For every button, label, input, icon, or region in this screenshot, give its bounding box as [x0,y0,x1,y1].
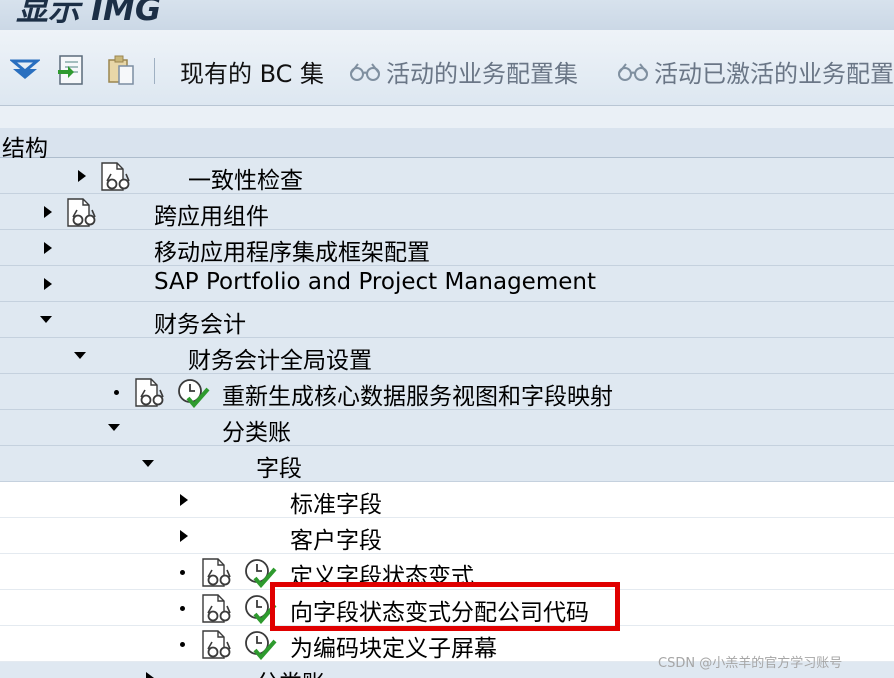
tree-item-label: 跨应用组件 [154,204,269,230]
tree-item-label: SAP Portfolio and Project Management [154,269,596,295]
documentation-glasses-icon[interactable] [200,594,232,624]
documentation-glasses-icon[interactable] [133,378,165,408]
tree-item-label: 一致性检查 [188,168,303,194]
collapse-arrow-icon[interactable] [40,316,52,323]
leaf-bullet [180,642,185,647]
tree-row-fields[interactable]: 字段 [0,446,894,482]
expand-arrow-icon[interactable] [78,170,86,182]
clipboard-icon[interactable] [105,54,137,86]
tree-row-standard-fields[interactable]: 标准字段 [0,482,894,518]
toolbar-spacer [0,106,894,128]
leaf-bullet [180,606,185,611]
leaf-bullet [114,390,119,395]
glasses-icon [350,62,380,81]
expand-arrow-icon[interactable] [44,278,52,290]
documentation-glasses-icon[interactable] [200,558,232,588]
documentation-glasses-icon[interactable] [65,198,97,228]
collapse-arrow-icon[interactable] [74,352,86,359]
existing-bc-set-label: 现有的 BC 集 [180,60,325,88]
activated-bc-set-button[interactable]: 活动已激活的业务配置 [616,54,894,89]
tree-item-label: 重新生成核心数据服务视图和字段映射 [222,384,613,410]
expand-arrow-icon[interactable] [44,242,52,254]
glasses-icon [618,62,648,81]
expand-arrow-icon[interactable] [146,672,154,678]
collapse-arrow-icon[interactable] [108,424,120,431]
tree-item-label: 字段 [256,456,302,482]
tree-item-label: 标准字段 [290,492,382,518]
documentation-glasses-icon[interactable] [99,162,131,192]
tree-item-label: 移动应用程序集成框架配置 [154,240,430,266]
watermark-text: CSDN @小羔羊的官方学习账号 [658,656,843,671]
tree-row-customer-fields[interactable]: 客户字段 [0,518,894,554]
tree-row-ledgers[interactable]: 分类账 [0,410,894,446]
tree-item-label: 财务会计 [154,312,246,338]
tree-row-cross-application-components[interactable]: 跨应用组件 [0,194,894,230]
active-bc-set-button[interactable]: 活动的业务配置集 [348,54,578,89]
tree-row-mobile-app-integration[interactable]: 移动应用程序集成框架配置 [0,230,894,266]
execute-clock-check-icon[interactable] [176,378,210,408]
toolbar-separator [154,58,155,84]
tree-column-header: 结构 [0,128,894,162]
expand-all-icon[interactable] [10,57,40,83]
document-arrow-icon[interactable] [56,54,88,86]
tree-item-label: 为编码块定义子屏幕 [290,636,497,662]
tree-item-label: 财务会计全局设置 [188,348,372,374]
documentation-glasses-icon[interactable] [200,630,232,660]
execute-clock-check-icon[interactable] [243,630,277,660]
tree-row-consistency-check[interactable]: 一致性检查 [0,158,894,194]
active-bc-set-label: 活动的业务配置集 [386,60,578,88]
tree-item-label: 客户字段 [290,528,382,554]
tree-row-regenerate-cds-views[interactable]: 重新生成核心数据服务视图和字段映射 [0,374,894,410]
collapse-arrow-icon[interactable] [142,460,154,467]
title-bar: 显示 IMG [0,0,894,30]
tree-row-fi-global-settings[interactable]: 财务会计全局设置 [0,338,894,374]
expand-arrow-icon[interactable] [180,494,188,506]
tree-row-financial-accounting[interactable]: 财务会计 [0,302,894,338]
expand-arrow-icon[interactable] [180,530,188,542]
activated-bc-set-label: 活动已激活的业务配置 [654,60,894,88]
existing-bc-set-button[interactable]: 现有的 BC 集 [180,54,324,89]
tree-item-label: 分类账 [222,420,291,446]
expand-arrow-icon[interactable] [44,206,52,218]
window-title: 显示 IMG [16,0,162,28]
leaf-bullet [180,570,185,575]
tree-row-sap-ppm[interactable]: SAP Portfolio and Project Management [0,266,894,302]
tree-item-label: 分类账 [256,664,325,678]
highlight-annotation-box [270,582,620,631]
